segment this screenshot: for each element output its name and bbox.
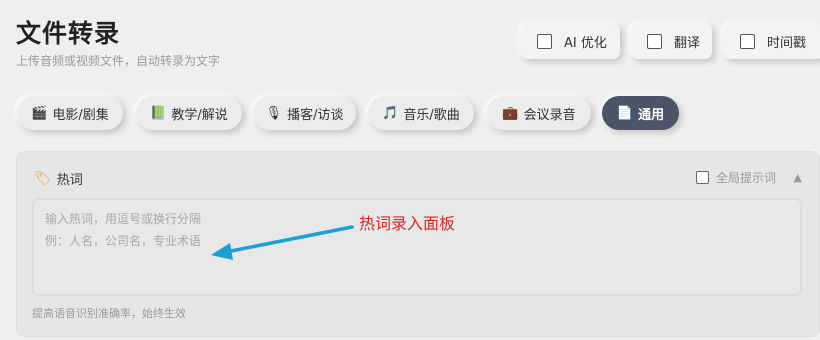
file-transcription-page: 文件转录 上传音频或视频文件，自动转录为文字 AI 优化 翻译 时间戳 🎬 电影… [0,0,820,340]
annotation-arrow-icon [211,225,354,260]
